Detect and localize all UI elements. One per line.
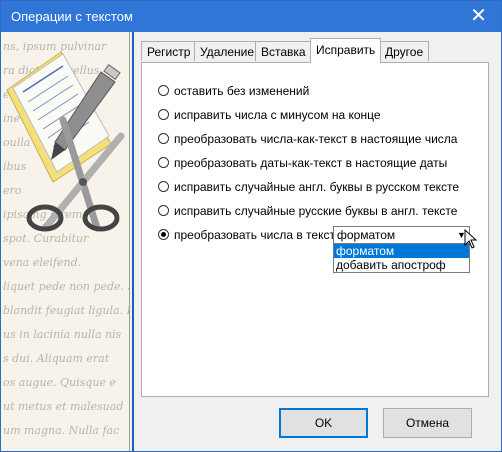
dialog-window: Операции с текстом ✕ ns, ipsum pulvinar r… <box>0 0 502 452</box>
option-label: преобразовать числа в текст <box>174 228 335 242</box>
title-bar[interactable]: Операции с текстом ✕ <box>1 1 501 32</box>
ok-button[interactable]: OK <box>279 408 368 438</box>
mode-dropdown-list: форматом добавить апостроф <box>333 243 470 273</box>
background-script-line: us in lacinia nulla nis <box>3 328 122 341</box>
background-script-line: spot. Curabitur <box>3 232 89 245</box>
decorative-side-panel: ns, ipsum pulvinarra dict. Phaselluseu. … <box>1 32 130 451</box>
radio-button[interactable] <box>158 157 169 168</box>
radio-button[interactable] <box>158 181 169 192</box>
fix-tab-panel: оставить без изменений исправить числа с… <box>141 62 489 397</box>
background-script-line: os augue. Quisque e <box>3 376 116 389</box>
tab-removal[interactable]: Удаление <box>194 41 261 61</box>
close-button[interactable]: ✕ <box>456 1 501 32</box>
radio-button[interactable] <box>158 205 169 216</box>
background-script-line: ut metus et malesuad <box>3 400 124 413</box>
radio-button[interactable] <box>158 85 169 96</box>
radio-button[interactable] <box>158 133 169 144</box>
tab-insert[interactable]: Вставка <box>255 41 312 61</box>
cancel-button[interactable]: Отмена <box>383 408 472 438</box>
background-script-line: vena eleifend. <box>3 256 82 269</box>
window-title: Операции с текстом <box>11 9 133 24</box>
dropdown-option-format[interactable]: форматом <box>334 244 469 258</box>
mouse-cursor-icon <box>464 229 478 249</box>
radio-button-checked[interactable] <box>158 229 169 240</box>
number-to-text-mode-select[interactable]: форматом ▼ <box>333 226 470 244</box>
background-script-line: blandit feugiat ligula. D <box>3 304 130 317</box>
option-label: исправить случайные англ. буквы в русско… <box>174 180 460 194</box>
radio-button[interactable] <box>158 109 169 120</box>
tab-other[interactable]: Другое <box>379 41 430 61</box>
option-label: исправить случайные русские буквы в англ… <box>174 204 458 218</box>
option-label: преобразовать числа-как-текст в настоящи… <box>174 132 458 146</box>
notepad-scissors-illustration <box>6 51 125 232</box>
background-script-line: s dui. Aliquam erat <box>3 352 110 365</box>
panel-divider <box>132 32 134 451</box>
option-label: преобразовать даты-как-текст в настоящие… <box>174 156 448 170</box>
dropdown-option-apostrophe[interactable]: добавить апостроф <box>334 258 469 272</box>
option-label: оставить без изменений <box>174 84 310 98</box>
select-value: форматом <box>337 228 396 242</box>
option-label: исправить числа с минусом на конце <box>174 108 381 122</box>
tab-fix[interactable]: Исправить <box>310 38 382 63</box>
tab-register[interactable]: Регистр <box>141 41 197 61</box>
background-script-line: um magna. Nulla fac <box>3 424 120 437</box>
background-script-line: liquet pede non pede. Susp <box>3 280 129 293</box>
